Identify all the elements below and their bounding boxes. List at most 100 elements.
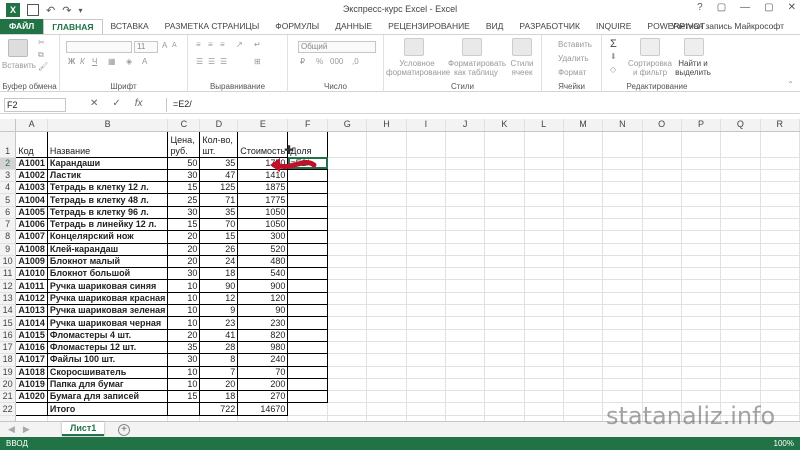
cell[interactable] xyxy=(760,304,800,318)
cell[interactable] xyxy=(720,181,761,195)
cell[interactable] xyxy=(563,267,604,281)
cell-name[interactable]: Файлы 100 шт. xyxy=(46,353,169,367)
cell-qty[interactable]: 35 xyxy=(199,205,239,219)
header-qty[interactable]: Кол-во, шт. xyxy=(199,130,239,158)
cell-cost[interactable]: 1050 xyxy=(237,205,289,219)
cell[interactable] xyxy=(445,131,486,158)
cell[interactable] xyxy=(681,267,722,281)
cell[interactable] xyxy=(524,193,564,207)
cell[interactable] xyxy=(524,378,564,392)
cell-share[interactable] xyxy=(287,340,329,355)
cell[interactable] xyxy=(524,243,564,256)
row-header[interactable]: 15 xyxy=(0,316,17,330)
cell[interactable] xyxy=(760,193,800,207)
cell[interactable] xyxy=(366,390,407,404)
cell[interactable] xyxy=(327,181,368,195)
cell-code[interactable]: А1011 xyxy=(15,279,48,293)
close-button[interactable]: ✕ xyxy=(788,2,796,13)
cell-price[interactable]: 30 xyxy=(167,353,201,367)
cell-name[interactable]: Карандаши xyxy=(46,156,169,170)
cell[interactable] xyxy=(681,255,722,269)
cell[interactable] xyxy=(327,218,368,232)
cell[interactable] xyxy=(642,181,682,195)
cell[interactable] xyxy=(327,402,368,416)
cell-styles-icon[interactable] xyxy=(512,38,532,56)
cell[interactable] xyxy=(720,230,761,244)
find-select-icon[interactable] xyxy=(684,38,704,56)
cell[interactable] xyxy=(484,341,525,355)
formula-input[interactable]: =E2/ xyxy=(166,98,796,112)
paste-icon[interactable] xyxy=(8,39,28,57)
cell[interactable] xyxy=(524,402,564,416)
cell-qty[interactable]: 70 xyxy=(199,217,239,232)
cell[interactable] xyxy=(642,279,682,293)
column-header-n[interactable]: N xyxy=(602,119,643,132)
cell[interactable] xyxy=(484,353,525,367)
cell[interactable] xyxy=(366,193,407,207)
cell[interactable] xyxy=(524,131,564,158)
cell-name[interactable]: Клей-карандаш xyxy=(46,242,169,256)
cell[interactable] xyxy=(484,279,525,293)
row-header[interactable]: 14 xyxy=(0,304,17,318)
total-qty[interactable]: 722 xyxy=(199,402,239,416)
cell-cost[interactable]: 300 xyxy=(237,230,289,244)
cell[interactable] xyxy=(445,366,486,379)
cell[interactable] xyxy=(406,353,446,367)
cell-share[interactable] xyxy=(287,242,329,256)
cell[interactable] xyxy=(406,390,446,404)
cell-name[interactable]: Тетрадь в клетку 48 л. xyxy=(46,193,169,207)
cell-name[interactable]: Фломастеры 4 шт. xyxy=(46,328,169,342)
cell[interactable] xyxy=(602,292,643,306)
cell[interactable] xyxy=(406,402,446,416)
cell-qty[interactable]: 35 xyxy=(199,156,239,170)
cell[interactable] xyxy=(484,329,525,342)
cell[interactable] xyxy=(327,316,368,330)
tab-insert[interactable]: ВСТАВКА xyxy=(103,19,157,34)
cell[interactable] xyxy=(366,243,407,256)
cell[interactable] xyxy=(642,304,682,318)
cell[interactable] xyxy=(406,181,446,195)
tab-inquire[interactable]: INQUIRE xyxy=(588,19,639,34)
cell-price[interactable]: 10 xyxy=(167,279,201,293)
cell-qty[interactable]: 9 xyxy=(199,304,239,318)
cell[interactable] xyxy=(327,353,368,367)
format-painter-icon[interactable]: 🖌 xyxy=(38,62,48,71)
cell[interactable] xyxy=(602,243,643,256)
cell[interactable] xyxy=(366,255,407,269)
cell[interactable] xyxy=(366,267,407,281)
row-header[interactable]: 8 xyxy=(0,230,17,244)
cell[interactable] xyxy=(366,131,407,158)
cell[interactable] xyxy=(327,304,368,318)
row-header[interactable]: 4 xyxy=(0,181,17,195)
cell[interactable] xyxy=(720,131,761,158)
cell-cost[interactable]: 90 xyxy=(237,304,289,318)
row-header[interactable]: 1 xyxy=(0,131,17,158)
header-price[interactable]: Цена, руб. xyxy=(167,130,201,158)
cancel-icon[interactable]: ✕ xyxy=(90,98,98,109)
cell[interactable] xyxy=(563,193,604,207)
cell[interactable] xyxy=(602,279,643,293)
cell-cost[interactable]: 480 xyxy=(237,254,289,269)
cell[interactable] xyxy=(681,230,722,244)
cell[interactable] xyxy=(406,218,446,232)
cell[interactable] xyxy=(642,341,682,355)
cell-qty[interactable]: 12 xyxy=(199,291,239,306)
cell[interactable] xyxy=(681,341,722,355)
cell[interactable] xyxy=(406,279,446,293)
cell[interactable] xyxy=(445,169,486,183)
cell-share[interactable] xyxy=(287,316,329,330)
cell-name[interactable]: Блокнот большой xyxy=(46,267,169,281)
cell[interactable] xyxy=(642,169,682,183)
tab-page-layout[interactable]: РАЗМЕТКА СТРАНИЦЫ xyxy=(157,19,268,34)
cell[interactable] xyxy=(524,329,564,342)
cell-share[interactable] xyxy=(287,193,329,207)
cell[interactable] xyxy=(563,181,604,195)
cell[interactable] xyxy=(327,131,368,158)
cell[interactable] xyxy=(681,206,722,219)
cell-cost[interactable]: 200 xyxy=(237,377,289,392)
cell[interactable] xyxy=(681,243,722,256)
cell[interactable] xyxy=(602,267,643,281)
column-header-p[interactable]: P xyxy=(681,119,722,132)
cell-price[interactable]: 20 xyxy=(167,242,201,256)
cell[interactable] xyxy=(366,230,407,244)
